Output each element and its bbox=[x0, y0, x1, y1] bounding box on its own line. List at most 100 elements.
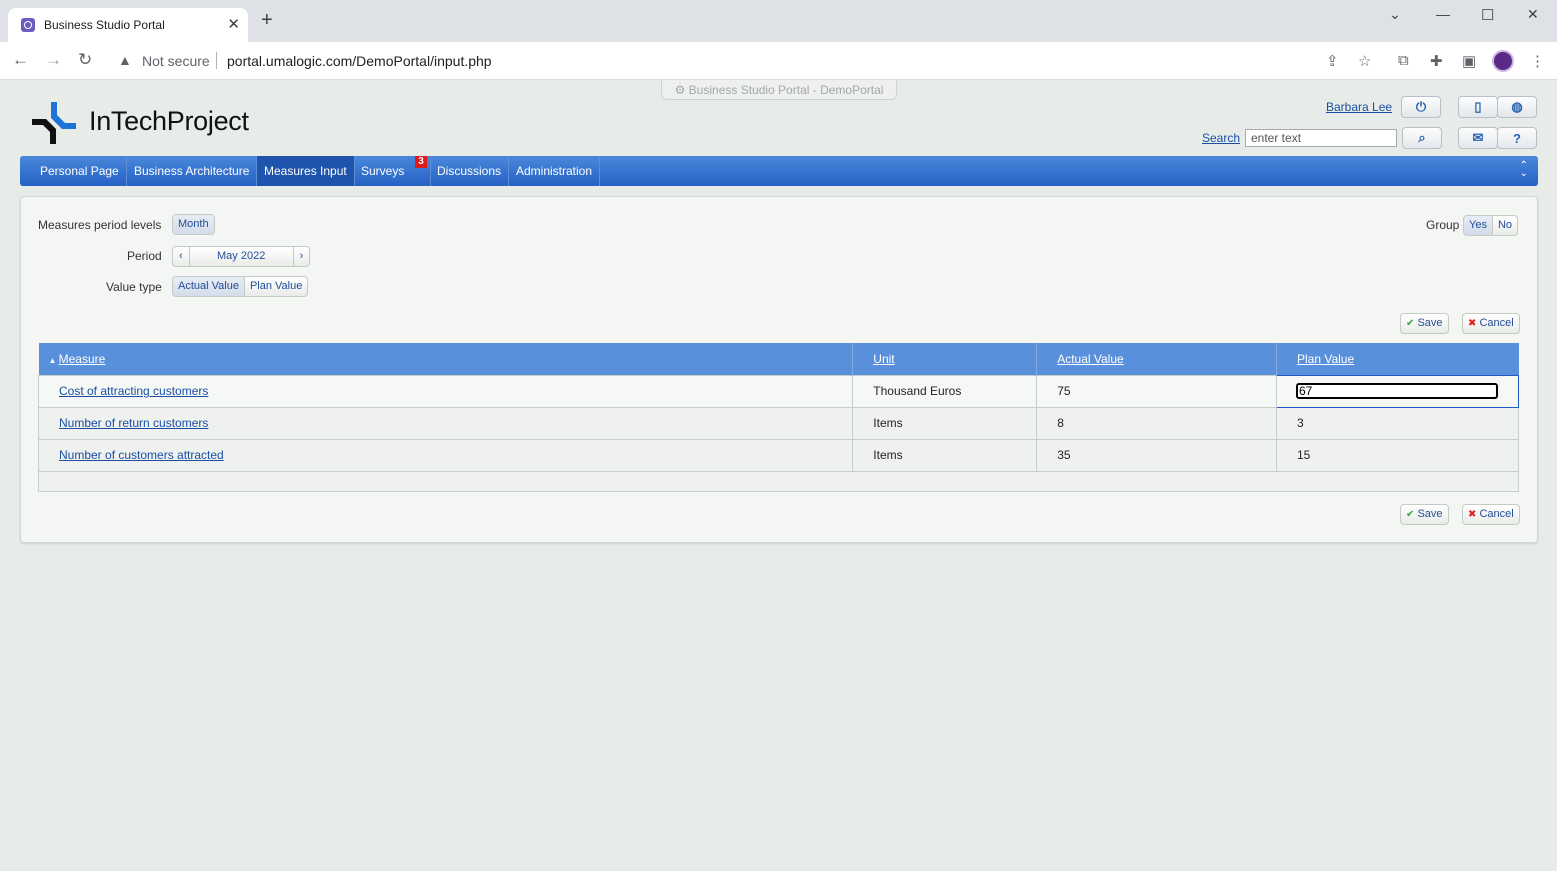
search-link[interactable]: Search bbox=[1202, 131, 1240, 145]
browser-tab[interactable]: Business Studio Portal ✕ bbox=[8, 8, 248, 42]
measure-link[interactable]: Cost of attracting customers bbox=[59, 384, 208, 398]
help-button[interactable]: ? bbox=[1497, 127, 1537, 149]
minimize-icon[interactable]: — bbox=[1436, 6, 1450, 22]
period-levels-label: Measures period levels bbox=[38, 218, 162, 232]
value-type-label: Value type bbox=[106, 280, 162, 294]
actual-value-cell[interactable]: 8 bbox=[1036, 406, 1277, 440]
nav-business-architecture[interactable]: Business Architecture bbox=[127, 156, 258, 186]
search-input[interactable] bbox=[1245, 129, 1397, 147]
group-no[interactable]: No bbox=[1491, 216, 1517, 235]
power-icon: ⏻ bbox=[1415, 99, 1427, 114]
unit-cell: Items bbox=[852, 406, 1038, 440]
value-type-selector: Actual Value Plan Value bbox=[172, 276, 309, 297]
table-row: Cost of attracting customers Thousand Eu… bbox=[37, 374, 1519, 408]
mobile-button[interactable]: ▯ bbox=[1458, 96, 1498, 118]
user-name-link[interactable]: Barbara Lee bbox=[1326, 100, 1392, 114]
prev-period-icon[interactable]: ‹ bbox=[173, 247, 189, 266]
measure-cell: Number of return customers bbox=[37, 406, 854, 440]
measure-link[interactable]: Number of return customers bbox=[59, 416, 208, 430]
extensions-icon[interactable]: ✚ bbox=[1430, 52, 1443, 70]
table-header-row: ▲ Measure Unit Actual Value Plan Value bbox=[38, 343, 1519, 375]
group-toggle: Yes No bbox=[1463, 215, 1519, 236]
browser-toolbar: ← → ↻ ▲ Not secure portal.umalogic.com/D… bbox=[0, 42, 1557, 80]
actual-value-cell[interactable]: 75 bbox=[1036, 374, 1277, 408]
new-tab-icon[interactable]: + bbox=[261, 10, 273, 30]
bookmark-star-icon[interactable]: ☆ bbox=[1358, 52, 1371, 70]
save-button-top[interactable]: ✔ Save bbox=[1400, 313, 1449, 334]
close-window-icon[interactable]: ✕ bbox=[1527, 6, 1539, 23]
next-period-icon[interactable]: › bbox=[292, 247, 310, 266]
favicon-icon bbox=[21, 18, 35, 32]
nav-measures-input[interactable]: Measures Input bbox=[257, 156, 355, 186]
security-label[interactable]: Not secure bbox=[142, 53, 210, 69]
search-button[interactable]: ⌕ bbox=[1402, 127, 1442, 149]
table-row: Number of customers attracted Items 35 1… bbox=[37, 438, 1519, 472]
save-button-bottom[interactable]: ✔ Save bbox=[1400, 504, 1449, 525]
language-button[interactable]: ◍ bbox=[1497, 96, 1537, 118]
main-nav: Personal Page Business Architecture Meas… bbox=[20, 156, 1538, 186]
close-tab-icon[interactable]: ✕ bbox=[227, 15, 240, 33]
logo-icon bbox=[32, 102, 76, 144]
column-header-unit[interactable]: Unit bbox=[852, 343, 1037, 375]
tab-title: Business Studio Portal bbox=[44, 18, 165, 32]
value-type-plan[interactable]: Plan Value bbox=[243, 277, 307, 296]
sort-asc-icon: ▲ bbox=[48, 355, 59, 365]
url-field[interactable]: portal.umalogic.com/DemoPortal/input.php bbox=[227, 53, 492, 69]
nav-administration[interactable]: Administration bbox=[509, 156, 601, 186]
logout-button[interactable]: ⏻ bbox=[1401, 96, 1441, 118]
warning-icon[interactable]: ▲ bbox=[118, 52, 132, 68]
browser-menu-icon[interactable]: ⋮ bbox=[1530, 52, 1545, 70]
table-footer-row bbox=[38, 470, 1519, 492]
cancel-button-top[interactable]: ✖ Cancel bbox=[1462, 313, 1520, 334]
column-header-actual[interactable]: Actual Value bbox=[1036, 343, 1277, 375]
measure-cell: Number of customers attracted bbox=[37, 438, 854, 472]
group-yes[interactable]: Yes bbox=[1464, 216, 1492, 235]
plan-value-cell[interactable]: 15 bbox=[1276, 438, 1519, 472]
cancel-x-icon: ✖ bbox=[1468, 318, 1477, 329]
period-selector: ‹ May 2022 › bbox=[172, 246, 311, 267]
gear-icon: ⚙ bbox=[674, 83, 686, 97]
reload-icon[interactable]: ↻ bbox=[78, 50, 92, 70]
check-icon: ✔ bbox=[1406, 318, 1415, 329]
back-icon[interactable]: ← bbox=[12, 50, 29, 70]
table-row: Number of return customers Items 8 3 bbox=[37, 406, 1519, 440]
column-header-measure[interactable]: ▲ Measure bbox=[38, 343, 853, 375]
mobile-icon: ▯ bbox=[1474, 99, 1482, 114]
table-footer bbox=[38, 470, 1519, 492]
globe-icon: ◍ bbox=[1511, 99, 1523, 114]
unit-cell: Items bbox=[852, 438, 1038, 472]
help-icon: ? bbox=[1513, 130, 1521, 146]
plan-value-cell[interactable]: 3 bbox=[1276, 406, 1519, 440]
maximize-icon[interactable]: ☐ bbox=[1481, 6, 1494, 24]
omnibox-divider bbox=[216, 52, 217, 69]
plan-value-cell[interactable] bbox=[1276, 374, 1519, 408]
messages-button[interactable]: ✉ bbox=[1458, 127, 1498, 149]
period-level-selector[interactable]: Month bbox=[172, 214, 215, 235]
cancel-button-bottom[interactable]: ✖ Cancel bbox=[1462, 504, 1520, 525]
column-header-plan[interactable]: Plan Value bbox=[1276, 343, 1519, 375]
period-value[interactable]: May 2022 bbox=[188, 247, 293, 266]
side-panel-icon[interactable]: ▣ bbox=[1462, 52, 1476, 70]
value-type-actual[interactable]: Actual Value bbox=[173, 277, 244, 296]
profile-avatar[interactable] bbox=[1492, 50, 1514, 72]
measures-table: ▲ Measure Unit Actual Value Plan Value C… bbox=[37, 343, 1519, 492]
actual-value-cell[interactable]: 35 bbox=[1036, 438, 1277, 472]
group-label: Group bbox=[1426, 218, 1460, 232]
forward-icon[interactable]: → bbox=[45, 50, 62, 70]
cancel-x-icon: ✖ bbox=[1468, 509, 1477, 520]
nav-personal-page[interactable]: Personal Page bbox=[33, 156, 127, 186]
period-label: Period bbox=[127, 249, 162, 263]
portal-window-label: ⚙ Business Studio Portal - DemoPortal bbox=[661, 80, 897, 100]
copy-icon[interactable]: ⧉ bbox=[1398, 52, 1409, 69]
plan-value-input[interactable] bbox=[1296, 383, 1498, 399]
share-icon[interactable]: ⇪ bbox=[1326, 52, 1339, 70]
nav-discussions[interactable]: Discussions bbox=[430, 156, 510, 186]
browser-tabstrip: Business Studio Portal ✕ + ⌄ — ☐ ✕ bbox=[0, 0, 1557, 42]
mail-icon: ✉ bbox=[1472, 130, 1484, 145]
period-level-month[interactable]: Month bbox=[173, 215, 214, 234]
tab-search-icon[interactable]: ⌄ bbox=[1389, 6, 1401, 23]
measure-cell: Cost of attracting customers bbox=[37, 374, 854, 408]
collapse-nav-icon[interactable]: ⌃ ⌄ bbox=[1520, 161, 1528, 179]
surveys-badge: 3 bbox=[415, 156, 427, 168]
measure-link[interactable]: Number of customers attracted bbox=[59, 448, 224, 462]
